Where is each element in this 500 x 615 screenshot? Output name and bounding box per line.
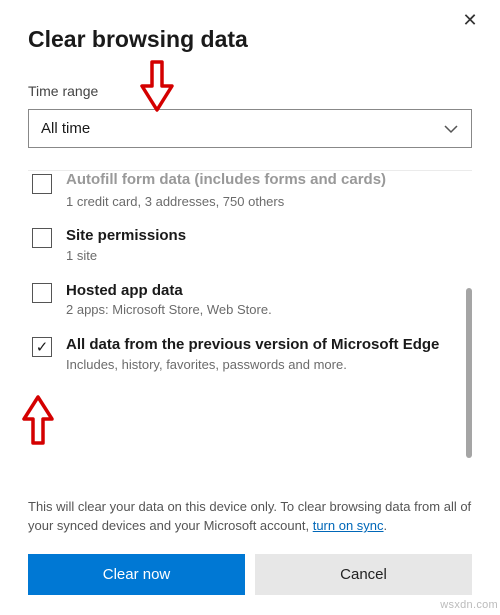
turn-on-sync-link[interactable]: turn on sync (313, 518, 384, 533)
close-button[interactable]: ✕ (458, 10, 482, 34)
checkbox-hosted-app-data[interactable] (32, 283, 52, 303)
data-types-list: Autofill form data (includes forms and c… (28, 158, 472, 488)
time-range-select[interactable]: All time (28, 109, 472, 148)
checkbox-site-permissions[interactable] (32, 228, 52, 248)
dialog-buttons: Clear now Cancel (28, 554, 472, 595)
item-title: Autofill form data (includes forms and c… (66, 170, 458, 190)
chevron-down-icon (443, 121, 459, 137)
item-title: Site permissions (66, 226, 458, 246)
item-desc: 2 apps: Microsoft Store, Web Store. (66, 302, 458, 319)
scrollbar-thumb[interactable] (466, 288, 472, 458)
item-desc: 1 credit card, 3 addresses, 750 others (66, 194, 458, 211)
close-icon: ✕ (462, 10, 477, 30)
item-desc: Includes, history, favorites, passwords … (66, 357, 458, 374)
watermark: wsxdn.com (440, 599, 498, 611)
item-autofill: Autofill form data (includes forms and c… (28, 164, 472, 218)
item-previous-edge-data: ✓ All data from the previous version of … (28, 327, 472, 381)
cancel-button[interactable]: Cancel (255, 554, 472, 595)
item-hosted-app-data: Hosted app data 2 apps: Microsoft Store,… (28, 273, 472, 327)
note-text-after: . (384, 518, 388, 533)
clear-browsing-data-dialog: ✕ Clear browsing data Time range All tim… (0, 0, 500, 615)
item-title: All data from the previous version of Mi… (66, 335, 458, 355)
note-text-before: This will clear your data on this device… (28, 499, 471, 533)
dialog-title: Clear browsing data (28, 26, 472, 53)
sync-note: This will clear your data on this device… (28, 498, 472, 536)
time-range-value: All time (41, 120, 90, 137)
item-desc: 1 site (66, 248, 458, 265)
checkbox-autofill[interactable] (32, 174, 52, 194)
clear-now-button[interactable]: Clear now (28, 554, 245, 595)
time-range-label: Time range (28, 83, 472, 99)
checkbox-previous-edge-data[interactable]: ✓ (32, 337, 52, 357)
checkmark-icon: ✓ (36, 340, 49, 355)
item-site-permissions: Site permissions 1 site (28, 218, 472, 272)
item-title: Hosted app data (66, 281, 458, 301)
